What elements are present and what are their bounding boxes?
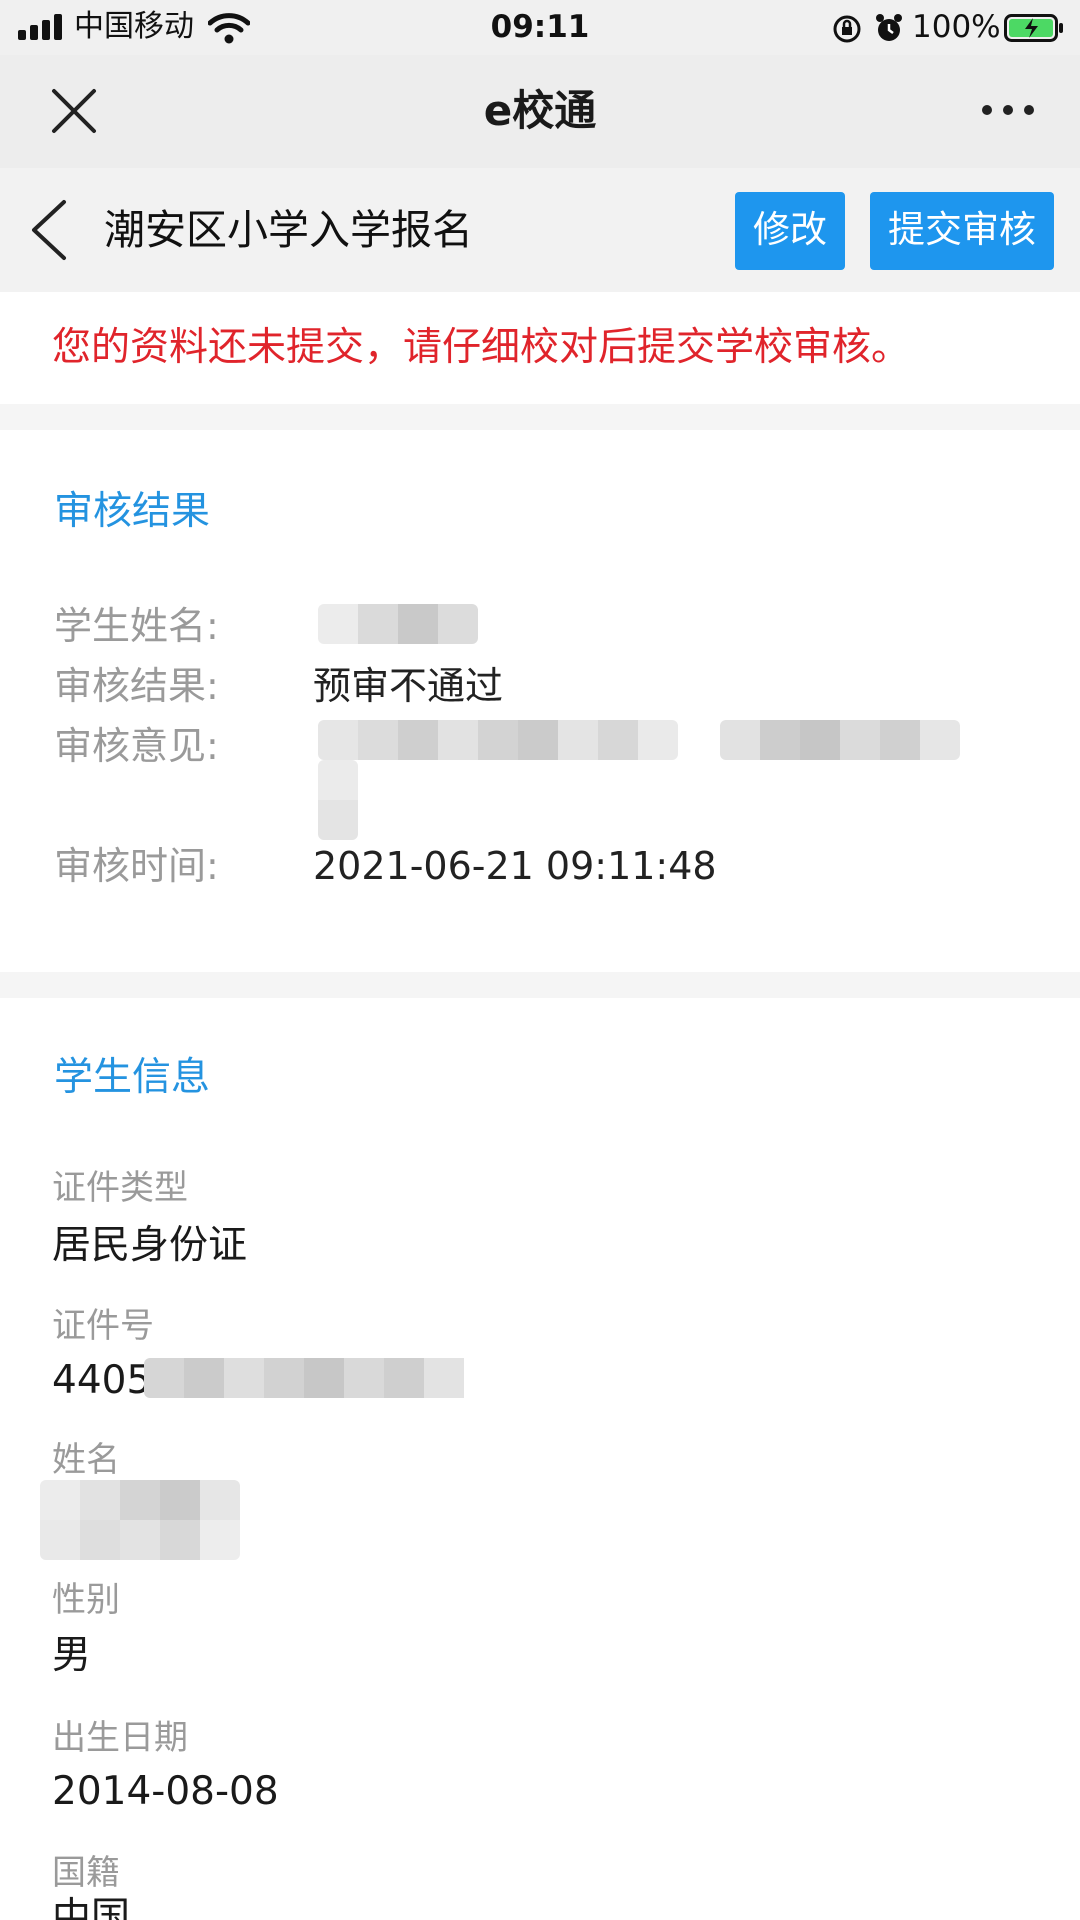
field-label-id-number: 证件号: [52, 1306, 154, 1346]
nav-title: e校通: [483, 86, 597, 135]
battery-charging-icon: [1004, 14, 1063, 42]
screen: 中国移动 09:11 100% e校通 潮安区小学入学报名 修改 提交审核 您的…: [0, 0, 1080, 1920]
notice-banner: 您的资料还未提交，请仔细校对后提交学校审核。: [0, 292, 1080, 404]
review-label-student-name: 学生姓名:: [54, 604, 219, 648]
field-label-birthdate: 出生日期: [52, 1718, 188, 1758]
notice-text: 您的资料还未提交，请仔细校对后提交学校审核。: [52, 325, 911, 370]
field-value-id-number: 4405: [52, 1358, 152, 1403]
page-title: 潮安区小学入学报名: [104, 206, 473, 254]
redacted-name: [40, 1480, 240, 1560]
field-label-name: 姓名: [52, 1440, 120, 1480]
review-label-opinion: 审核意见:: [54, 724, 219, 768]
battery-percent: 100%: [912, 9, 1001, 45]
redacted-review-opinion-3: [318, 760, 358, 840]
field-value-gender: 男: [52, 1633, 92, 1678]
section-divider: [0, 972, 1080, 998]
section-divider: [0, 404, 1080, 430]
field-value-id-type: 居民身份证: [52, 1223, 248, 1268]
review-value-result: 预审不通过: [313, 664, 504, 708]
alarm-icon: [876, 14, 902, 41]
submit-review-button[interactable]: 提交审核: [870, 192, 1054, 270]
redacted-id-number: [144, 1358, 480, 1398]
student-section-title: 学生信息: [54, 1055, 211, 1100]
review-section-title: 审核结果: [54, 489, 211, 534]
back-icon[interactable]: [26, 198, 72, 262]
edit-button[interactable]: 修改: [735, 192, 845, 270]
more-icon[interactable]: [980, 95, 1036, 125]
review-label-time: 审核时间:: [54, 844, 219, 888]
rotation-lock-icon: [833, 15, 861, 43]
field-label-id-type: 证件类型: [52, 1168, 188, 1208]
redacted-review-opinion-2: [720, 720, 960, 760]
field-label-nationality: 国籍: [52, 1853, 120, 1893]
field-value-nationality: 中国: [52, 1895, 131, 1920]
page-header: 潮安区小学入学报名 修改 提交审核: [0, 168, 1080, 292]
field-label-gender: 性别: [52, 1580, 120, 1620]
review-label-result: 审核结果:: [54, 664, 219, 708]
nav-bar: e校通: [0, 55, 1080, 168]
redacted-student-name: [318, 604, 478, 644]
status-bar: 中国移动 09:11 100%: [0, 0, 1080, 55]
redacted-review-opinion: [318, 720, 678, 760]
review-value-time: 2021-06-21 09:11:48: [313, 844, 717, 888]
field-value-birthdate: 2014-08-08: [52, 1769, 279, 1814]
